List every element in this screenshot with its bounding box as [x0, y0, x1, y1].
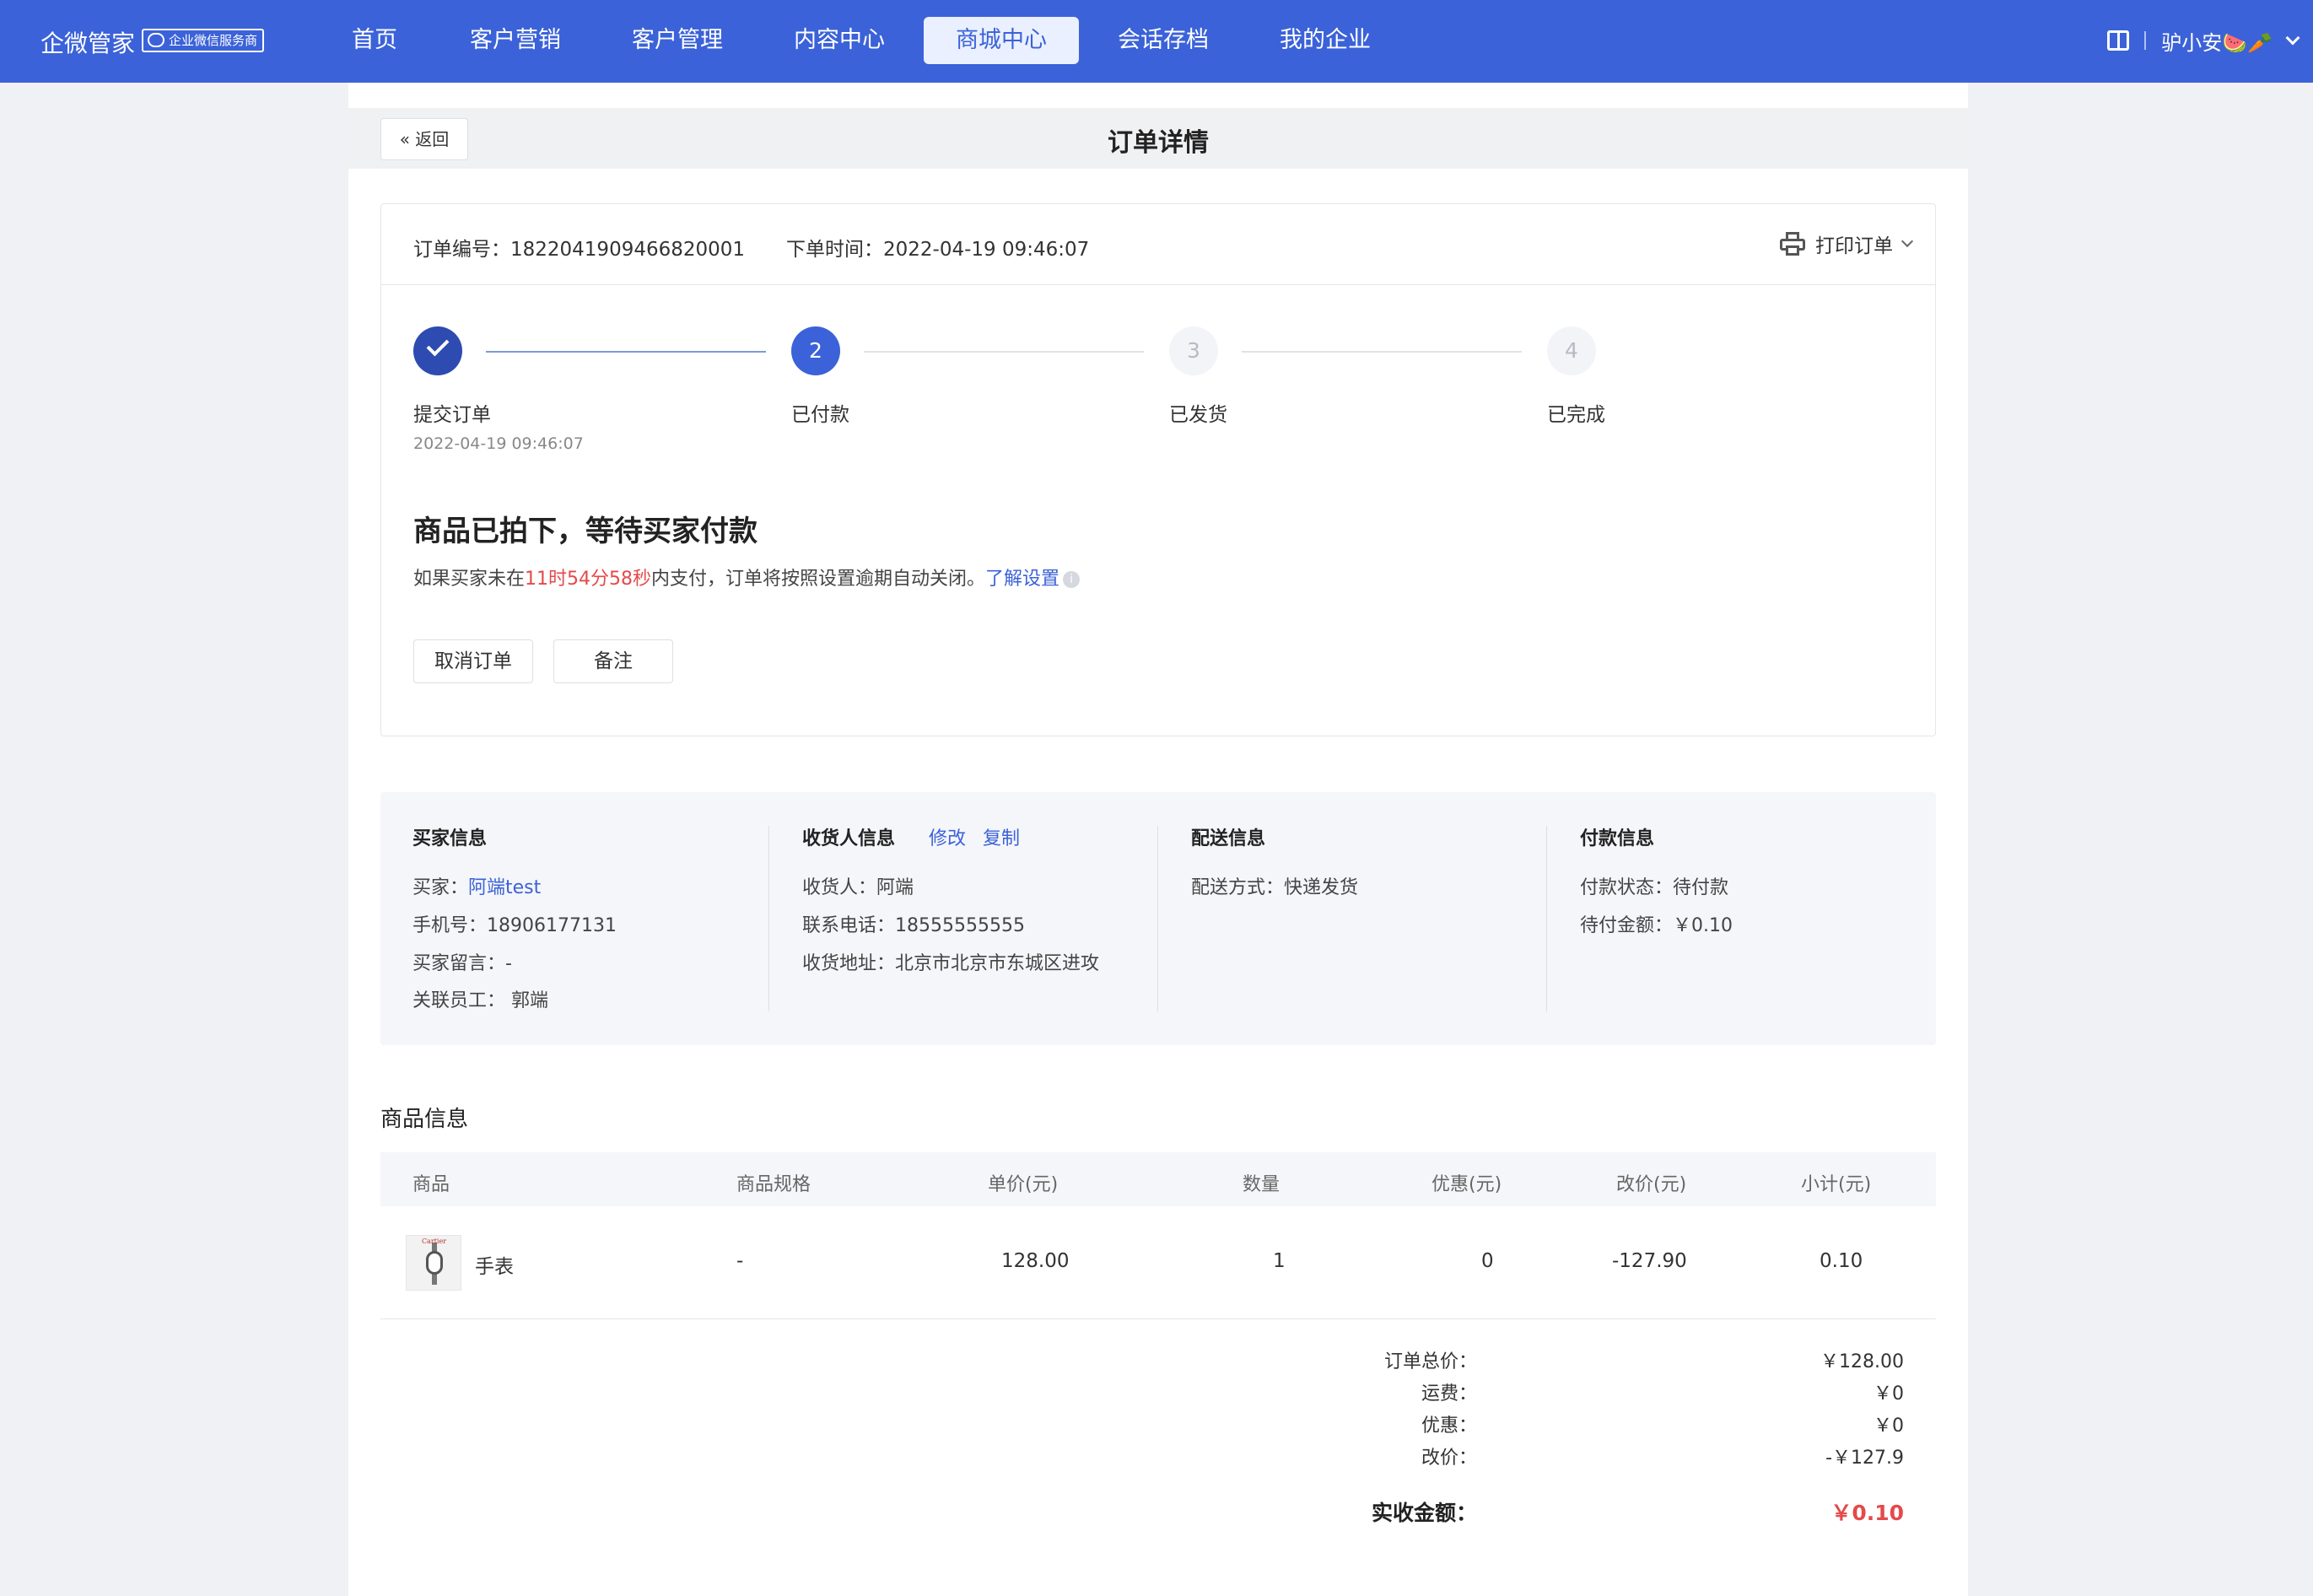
chevron-down-icon[interactable] — [2285, 30, 2300, 46]
shipping-value: ￥0 — [1874, 1383, 1904, 1405]
main-card: « 返回 订单详情 订单编号：1822041909466820001 下单时间：… — [348, 83, 1968, 1596]
nav-item-marketing[interactable]: 客户营销 — [438, 17, 593, 64]
nav-item-customers[interactable]: 客户管理 — [600, 17, 755, 64]
nav-item-chat-archive[interactable]: 会话存档 — [1086, 17, 1241, 64]
adjust-value: -￥127.9 — [1825, 1448, 1904, 1469]
help-book-icon[interactable] — [2107, 30, 2130, 51]
username[interactable]: 驴小安🍉🥕 — [2161, 26, 2273, 56]
nav-item-content[interactable]: 内容中心 — [762, 17, 917, 64]
service-provider-badge: 企业微信服务商 — [142, 29, 265, 52]
nav-item-mall[interactable]: 商城中心 — [924, 17, 1079, 64]
order-summary: 订单总价： ￥128.00 运费： ￥0 优惠： ￥0 改价： -￥127.9 … — [348, 83, 1936, 1596]
divider — [2144, 31, 2147, 50]
nav-item-home[interactable]: 首页 — [320, 17, 429, 64]
top-nav: 企微管家 企业微信服务商 首页 客户营销 客户管理 内容中心 商城中心 会话存档… — [0, 0, 2313, 83]
received-value: ￥0.10 — [1830, 1501, 1904, 1525]
discount-value: ￥0 — [1874, 1415, 1904, 1437]
discount-label: 优惠： — [1421, 1415, 1477, 1437]
badge-text: 企业微信服务商 — [169, 33, 258, 48]
brand-logo[interactable]: 企微管家 — [40, 25, 135, 59]
adjust-label: 改价： — [1421, 1448, 1477, 1469]
received-label: 实收金额： — [1371, 1501, 1477, 1525]
total-value: ￥128.00 — [1820, 1351, 1904, 1372]
nav-item-my-enterprise[interactable]: 我的企业 — [1248, 17, 1403, 64]
user-area: 驴小安🍉🥕 — [2107, 24, 2300, 57]
total-label: 订单总价： — [1383, 1351, 1477, 1372]
shipping-label: 运费： — [1421, 1383, 1477, 1405]
wecom-icon — [148, 33, 164, 47]
